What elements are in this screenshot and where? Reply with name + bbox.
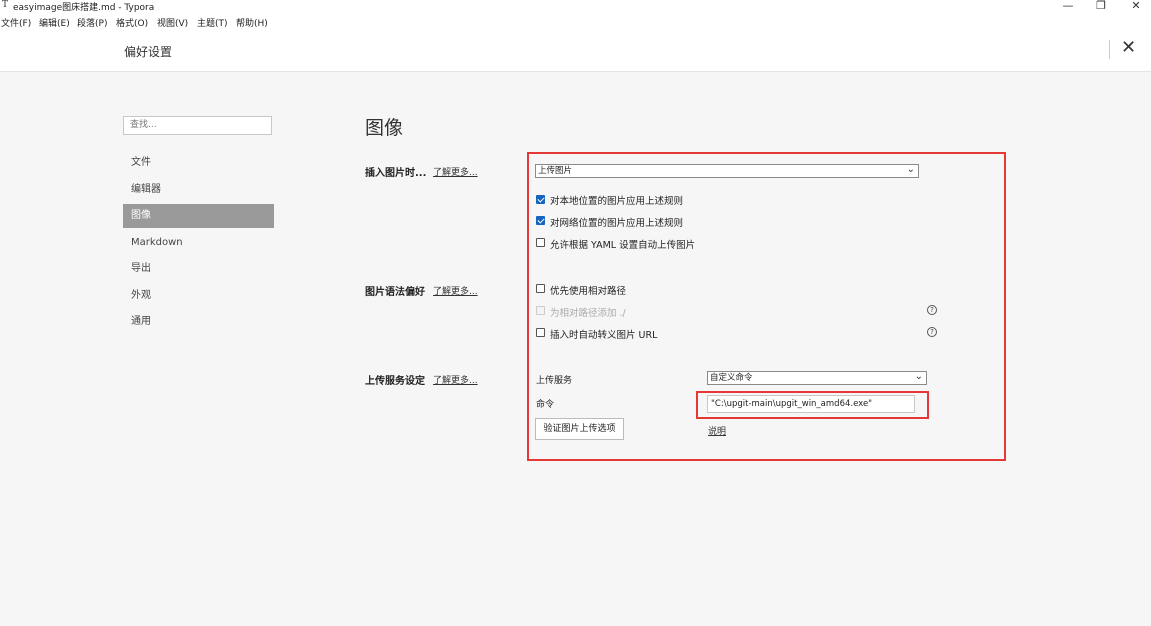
section-title: 图像 [365,117,404,139]
preferences-search-input[interactable]: 查找... [123,116,272,135]
preferences-title: 偏好设置 [124,45,173,59]
window-titlebar: T easyimage图床搭建.md - Typora — ❐ ✕ [0,0,1151,14]
sidebar-item-appearance[interactable]: 外观 [123,284,274,308]
menu-theme[interactable]: 主题(T) [197,16,228,29]
menu-paragraph[interactable]: 段落(P) [77,16,107,29]
window-title: easyimage图床搭建.md - Typora [13,3,155,13]
maximize-icon[interactable]: ❐ [1091,0,1111,12]
upload-service-settings-label: 上传服务设定 [365,376,425,387]
insert-image-label: 插入图片时... [365,168,427,179]
menu-file[interactable]: 文件(F) [1,16,31,29]
image-syntax-label: 图片语法偏好 [365,287,425,298]
sidebar-item-export[interactable]: 导出 [123,257,274,281]
typora-app-icon: T [2,0,9,10]
header-divider [1109,40,1110,59]
close-preferences-icon[interactable]: ✕ [1121,37,1136,58]
upload-learn-more-link[interactable]: 了解更多... [433,373,478,386]
menu-format[interactable]: 格式(O) [116,16,148,29]
sidebar-item-image[interactable]: 图像 [123,204,274,228]
syntax-learn-more-link[interactable]: 了解更多... [433,284,478,297]
minimize-icon[interactable]: — [1058,0,1078,12]
sidebar-item-markdown[interactable]: Markdown [123,231,274,255]
menu-edit[interactable]: 编辑(E) [39,16,70,29]
preferences-header: 偏好设置 ✕ [0,30,1151,72]
annotation-box-command [696,391,929,419]
menu-bar: 文件(F) 编辑(E) 段落(P) 格式(O) 视图(V) 主题(T) 帮助(H… [0,14,1151,30]
window-close-icon[interactable]: ✕ [1126,0,1146,12]
sidebar-item-general[interactable]: 通用 [123,310,274,334]
menu-help[interactable]: 帮助(H) [236,16,268,29]
sidebar-item-editor[interactable]: 编辑器 [123,178,274,202]
insert-learn-more-link[interactable]: 了解更多... [433,165,478,178]
menu-view[interactable]: 视图(V) [157,16,188,29]
sidebar-item-file[interactable]: 文件 [123,151,274,175]
